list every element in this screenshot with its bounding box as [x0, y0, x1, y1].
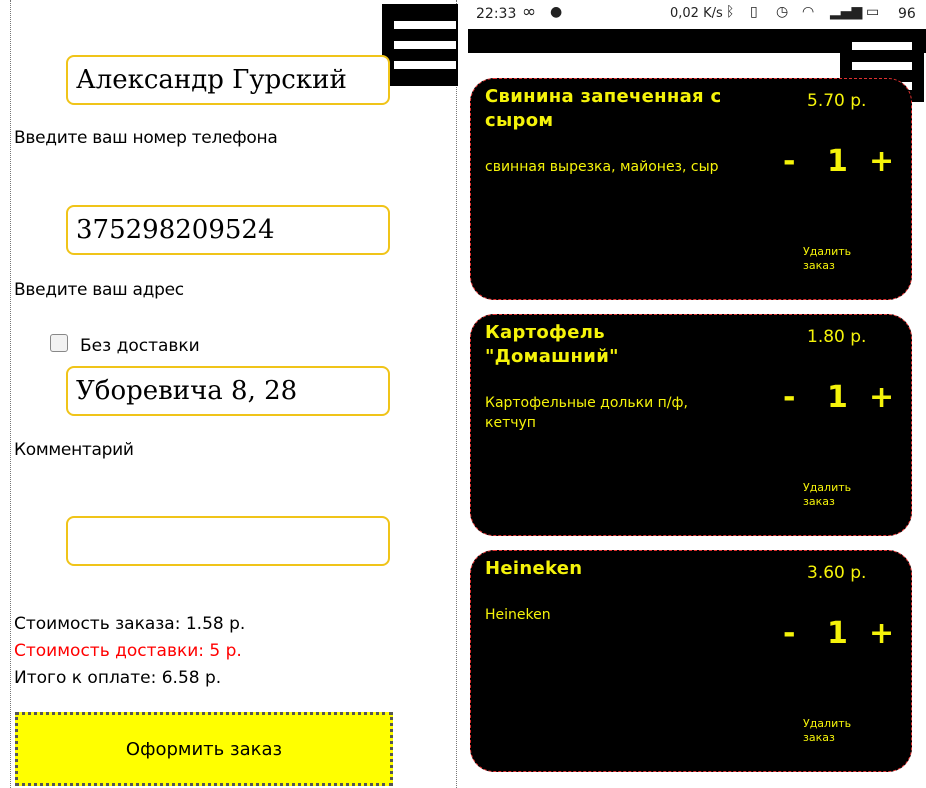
- net-speed: 0,02 K/s: [670, 6, 723, 21]
- alarm-icon: ◷: [776, 4, 789, 20]
- remove-item-button[interactable]: Удалить заказ: [803, 717, 873, 745]
- divider-left: [10, 0, 11, 788]
- wifi-icon: ◠: [802, 4, 815, 20]
- total-cost: Итого к оплате: 6.58 р.: [14, 668, 222, 688]
- no-delivery-label: Без доставки: [80, 336, 200, 356]
- item-quantity: 1: [827, 144, 848, 179]
- status-time: 22:33: [476, 6, 517, 22]
- address-input[interactable]: Уборевича 8, 28: [66, 366, 390, 416]
- phone-input[interactable]: 375298209524: [66, 205, 390, 255]
- item-title: Heineken: [485, 558, 583, 579]
- order-cost: Стоимость заказа: 1.58 р.: [14, 614, 246, 634]
- cart-item: Свинина запеченная с сыром 5.70 р. свинн…: [470, 78, 912, 300]
- remove-item-button[interactable]: Удалить заказ: [803, 245, 873, 273]
- place-order-button[interactable]: Оформить заказ: [15, 712, 393, 786]
- battery-icon: ▭: [866, 4, 880, 20]
- decrease-button[interactable]: -: [783, 619, 795, 649]
- item-description: свинная вырезка, майонез, сыр: [485, 159, 719, 175]
- address-label: Введите ваш адрес: [14, 280, 184, 300]
- comment-input[interactable]: [66, 516, 390, 566]
- increase-button[interactable]: +: [869, 147, 894, 177]
- item-price: 1.80 р.: [807, 327, 867, 347]
- menu-icon: [394, 21, 456, 29]
- decrease-button[interactable]: -: [783, 147, 795, 177]
- status-bar: 22:33 ∞ ● 0,02 K/s ᛒ ▯ ◷ ◠ ▂▄▆ ▭ 96: [458, 0, 926, 28]
- infinity-icon: ∞: [522, 2, 537, 22]
- signal-icon: ▂▄▆: [830, 4, 863, 20]
- item-price: 5.70 р.: [807, 91, 867, 111]
- name-input[interactable]: Александр Гурский: [66, 55, 390, 105]
- vibrate-icon: ▯: [750, 4, 758, 20]
- item-title: Картофель "Домашний": [485, 322, 619, 367]
- bluetooth-icon: ᛒ: [726, 4, 735, 20]
- cart-item: Картофель "Домашний" 1.80 р. Картофельны…: [470, 314, 912, 536]
- checkout-panel: Александр Гурский Введите ваш номер теле…: [0, 0, 468, 788]
- cart-item: Heineken 3.60 р. Heineken - 1 + Удалить …: [470, 550, 912, 772]
- item-title: Свинина запеченная с сыром: [485, 86, 722, 131]
- phone-label: Введите ваш номер телефона: [14, 128, 278, 148]
- comment-label: Комментарий: [14, 440, 134, 460]
- item-quantity: 1: [827, 616, 848, 651]
- battery-level: 96: [898, 6, 916, 22]
- menu-button-left[interactable]: [382, 4, 468, 86]
- increase-button[interactable]: +: [869, 619, 894, 649]
- item-quantity: 1: [827, 380, 848, 415]
- chat-icon: ●: [550, 4, 563, 20]
- remove-item-button[interactable]: Удалить заказ: [803, 481, 873, 509]
- decrease-button[interactable]: -: [783, 383, 795, 413]
- item-price: 3.60 р.: [807, 563, 867, 583]
- no-delivery-checkbox[interactable]: [50, 334, 68, 352]
- item-description: Картофельные дольки п/ф, кетчуп: [485, 395, 688, 431]
- item-description: Heineken: [485, 607, 551, 623]
- delivery-cost: Стоимость доставки: 5 р.: [14, 641, 242, 661]
- divider-right: [456, 0, 457, 788]
- menu-icon: [852, 42, 912, 50]
- increase-button[interactable]: +: [869, 383, 894, 413]
